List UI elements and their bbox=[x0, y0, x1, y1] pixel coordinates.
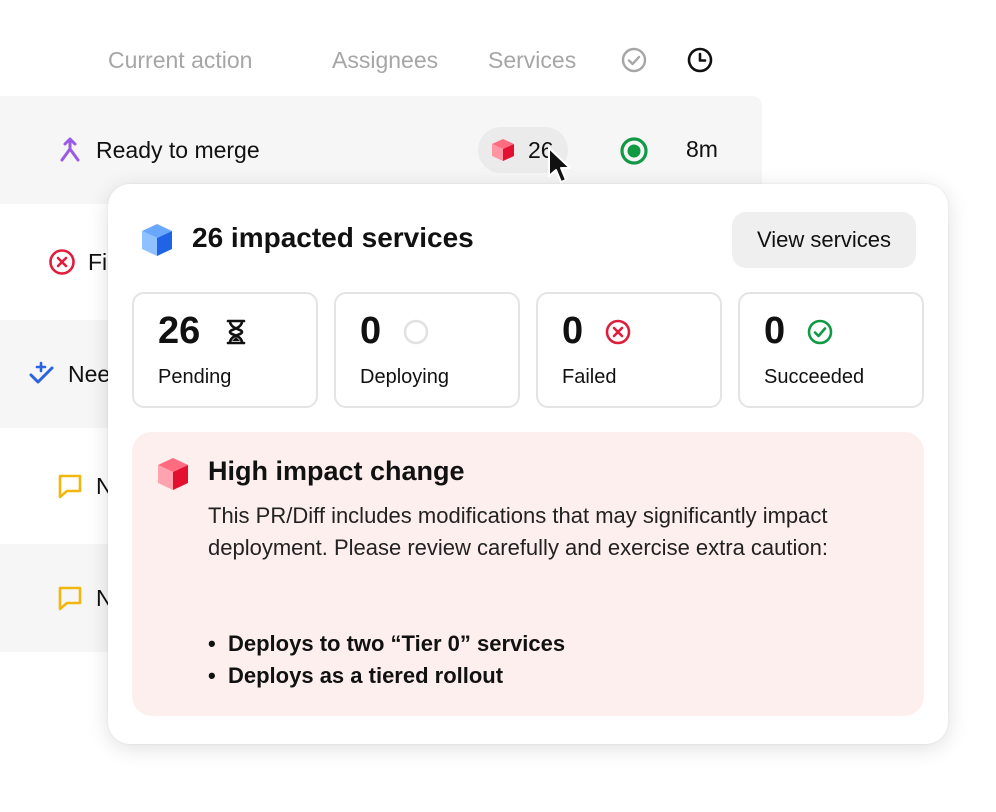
stat-card-deploying: 0 Deploying bbox=[334, 292, 520, 408]
list-item: Deploys as a tiered rollout bbox=[208, 660, 565, 692]
stat-label: Failed bbox=[562, 366, 617, 388]
cube-red-icon bbox=[492, 139, 514, 161]
stat-value: 0 bbox=[764, 310, 786, 352]
high-impact-alert: High impact change This PR/Diff includes… bbox=[132, 432, 924, 716]
status-success-icon bbox=[620, 137, 648, 165]
cube-red-icon bbox=[158, 458, 188, 490]
comment-icon bbox=[58, 474, 82, 499]
row-label: Nee bbox=[68, 361, 111, 387]
list-item: Deploys to two “Tier 0” services bbox=[208, 628, 565, 660]
elapsed-time: 8m bbox=[686, 136, 718, 162]
view-services-button[interactable]: View services bbox=[732, 212, 916, 268]
check-circle-header-icon[interactable] bbox=[621, 47, 647, 73]
cube-blue-icon bbox=[142, 224, 172, 256]
row-label: Fi bbox=[88, 249, 108, 275]
mouse-cursor-icon bbox=[548, 147, 571, 183]
stat-value: 0 bbox=[360, 310, 382, 352]
impacted-services-popover: 26 impacted services View services 26 Pe… bbox=[108, 184, 948, 744]
stat-card-failed: 0 Failed bbox=[536, 292, 722, 408]
stat-card-succeeded: 0 Succeeded bbox=[738, 292, 924, 408]
stat-value: 26 bbox=[158, 310, 201, 352]
stat-label: Pending bbox=[158, 366, 232, 388]
needs-review-icon bbox=[29, 361, 54, 384]
header-services[interactable]: Services bbox=[488, 47, 576, 74]
alert-bullet-list: Deploys to two “Tier 0” services Deploys… bbox=[208, 628, 565, 692]
header-current-action[interactable]: Current action bbox=[108, 47, 252, 74]
stat-label: Deploying bbox=[360, 366, 449, 388]
merge-icon bbox=[60, 137, 80, 162]
row-label: Ready to merge bbox=[96, 137, 260, 163]
bullet-text: Deploys to two “Tier 0” services bbox=[228, 631, 566, 656]
bullet-text: Deploys as a tiered rollout bbox=[228, 663, 504, 688]
clock-header-icon[interactable] bbox=[687, 47, 713, 73]
header-assignees[interactable]: Assignees bbox=[332, 47, 438, 74]
alert-body: This PR/Diff includes modifications that… bbox=[208, 503, 828, 560]
stat-card-pending: 26 Pending bbox=[132, 292, 318, 408]
popover-title: 26 impacted services bbox=[192, 222, 474, 253]
failed-icon bbox=[605, 319, 631, 345]
stat-value: 0 bbox=[562, 310, 584, 352]
comment-icon bbox=[58, 586, 82, 611]
empty-circle-icon bbox=[403, 319, 429, 345]
hourglass-icon bbox=[226, 319, 246, 345]
stat-label: Succeeded bbox=[764, 366, 865, 388]
check-circle-icon bbox=[807, 319, 833, 345]
alert-title: High impact change bbox=[208, 456, 465, 486]
failed-icon bbox=[49, 249, 75, 275]
